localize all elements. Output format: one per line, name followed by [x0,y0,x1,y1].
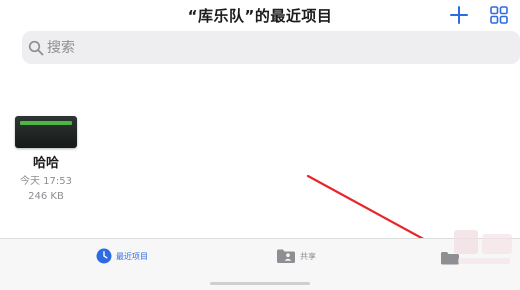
tab-shared-label: 共享 [300,251,316,261]
page-title: “库乐队”的最近项目 [187,7,333,25]
search-bar[interactable] [22,31,520,64]
tab-recents-label: 最近项目 [116,251,148,261]
tab-recents[interactable]: 最近项目 [96,248,148,264]
add-button[interactable] [448,4,470,26]
shared-folder-icon [277,249,295,263]
home-indicator [210,282,310,285]
file-name: 哈哈 [32,156,59,171]
file-date: 今天 17:53 [20,176,72,187]
search-icon [28,40,44,55]
clock-icon [96,248,112,264]
plus-icon [450,6,468,24]
file-item[interactable]: 哈哈 今天 17:53 246 KB [8,116,84,204]
search-input[interactable] [47,39,447,56]
file-thumbnail [15,116,77,148]
tab-browse[interactable] [440,251,460,265]
grid-icon [490,6,508,24]
file-size: 246 KB [28,191,64,202]
tab-shared[interactable]: 共享 [276,248,316,264]
thumbnail-track-strip [20,121,72,125]
folder-icon [441,252,459,265]
grid-view-button[interactable] [488,4,510,26]
